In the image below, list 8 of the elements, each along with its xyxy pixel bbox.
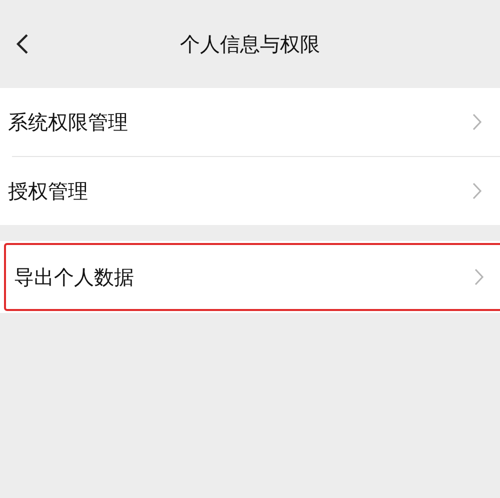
chevron-right-icon — [474, 268, 484, 286]
settings-row[interactable]: 导出个人数据 — [4, 243, 500, 311]
chevron-right-icon — [472, 113, 482, 131]
page-title: 个人信息与权限 — [180, 31, 320, 58]
settings-row[interactable]: 系统权限管理 — [0, 88, 500, 156]
settings-row[interactable]: 授权管理 — [0, 157, 500, 225]
back-icon — [15, 33, 29, 55]
chevron-right-icon — [472, 182, 482, 200]
